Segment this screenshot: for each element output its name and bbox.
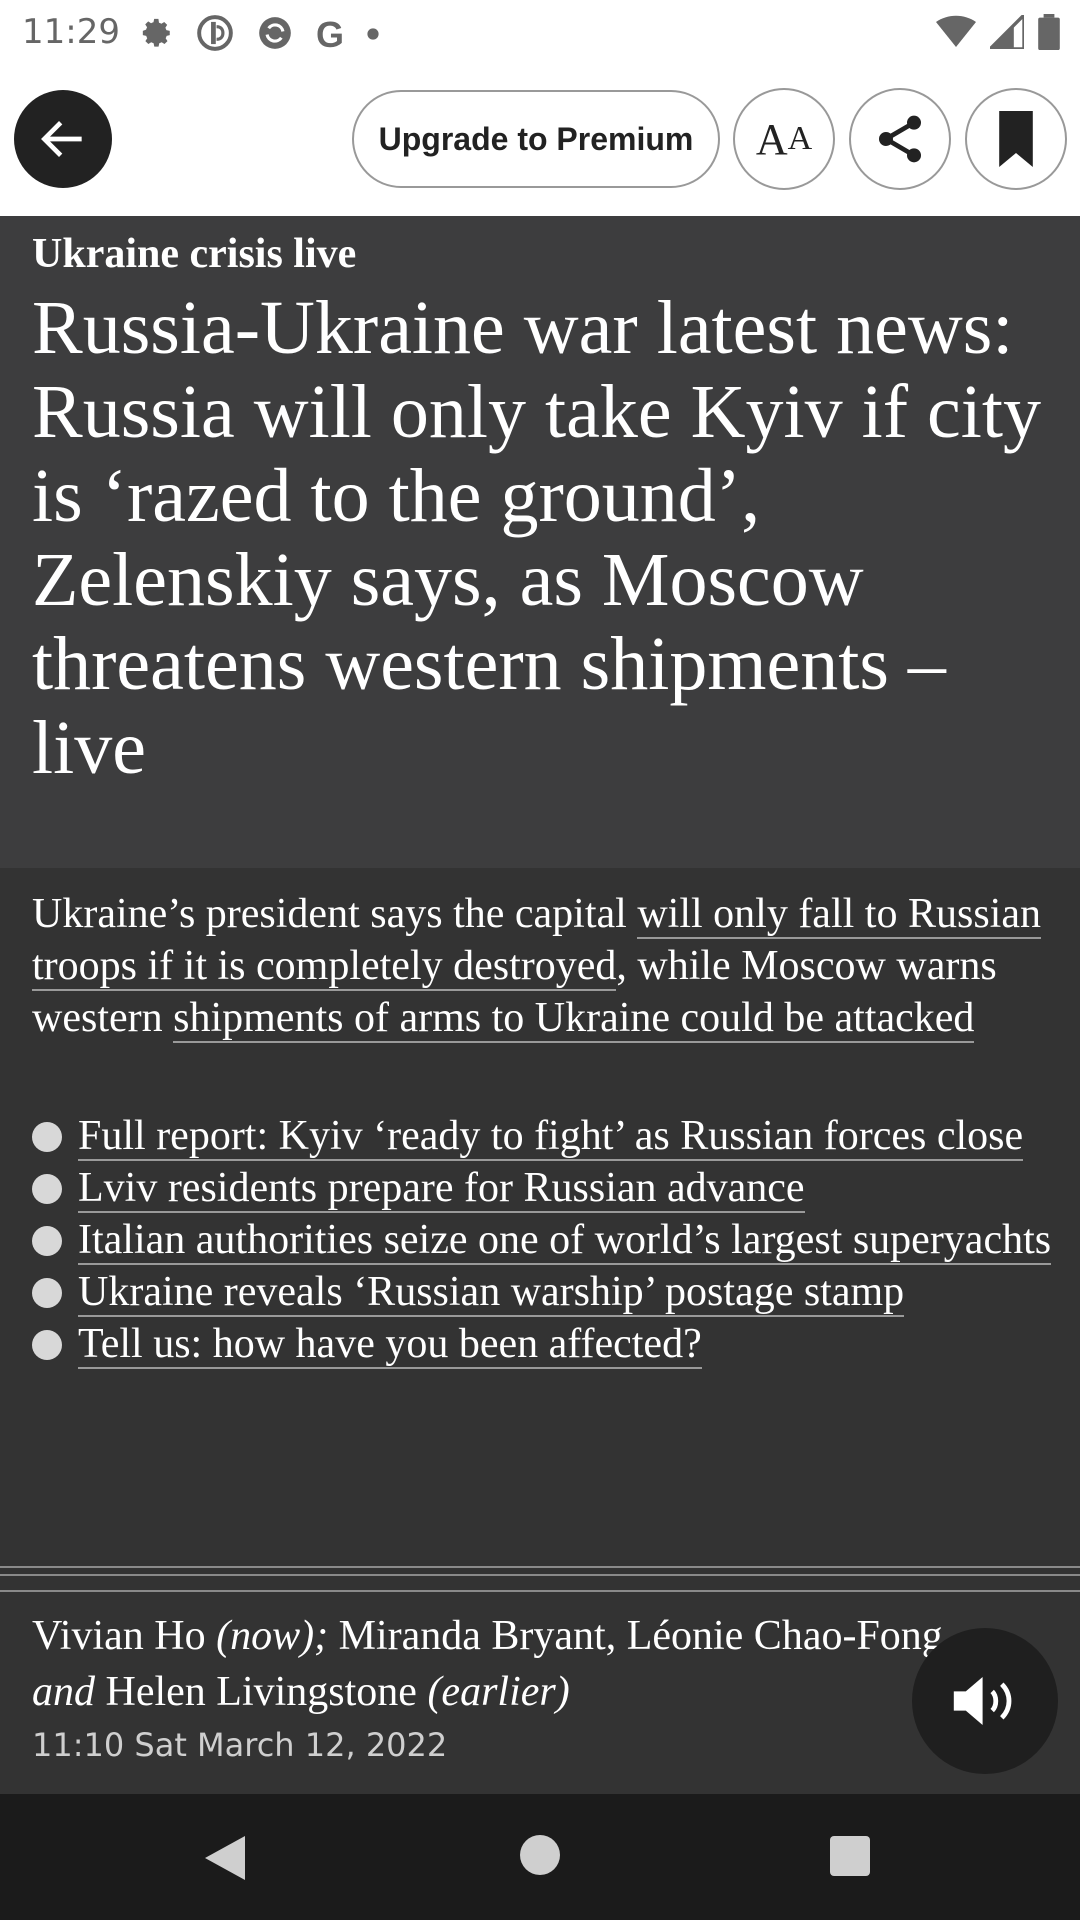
related-link[interactable]: Ukraine reveals ‘Russian warship’ postag… <box>78 1269 905 1317</box>
arrow-left-icon <box>41 121 82 157</box>
section-divider <box>0 1566 1080 1596</box>
listen-audio-button[interactable] <box>912 1628 1058 1774</box>
bullet-icon <box>32 1122 62 1152</box>
standfirst-text: Ukraine’s president says the capital wil… <box>32 888 1052 1044</box>
google-icon: G <box>316 14 345 55</box>
status-icons: G <box>140 14 380 56</box>
related-link[interactable]: Full report: Kyiv ‘ready to fight’ as Ru… <box>78 1113 1024 1161</box>
related-link[interactable]: Tell us: how have you been affected? <box>78 1321 702 1369</box>
related-links-list: Full report: Kyiv ‘ready to fight’ as Ru… <box>32 1110 1052 1370</box>
bookmark-button[interactable] <box>965 88 1067 190</box>
related-link[interactable]: Lviv residents prepare for Russian advan… <box>78 1165 805 1213</box>
speaker-icon <box>953 1677 1012 1725</box>
wifi-icon <box>936 15 976 53</box>
list-item: Full report: Kyiv ‘ready to fight’ as Ru… <box>32 1110 1052 1162</box>
list-item: Tell us: how have you been affected? <box>32 1318 1052 1370</box>
byline-author: Helen Livingstone <box>105 1669 417 1715</box>
article-kicker: Ukraine crisis live <box>32 231 357 277</box>
settings-icon <box>140 16 174 54</box>
article-dateline: 11:10 Sat March 12, 2022 <box>32 1726 448 1764</box>
byline-earlier: (earlier) <box>427 1669 570 1715</box>
nav-recents-icon[interactable] <box>830 1836 870 1876</box>
status-bar: 11:29 G <box>0 0 1080 64</box>
signal-icon <box>985 10 1026 53</box>
byline-now: (now); <box>216 1613 329 1659</box>
back-button[interactable] <box>14 90 112 188</box>
system-nav-bar <box>0 1794 1080 1920</box>
nav-back-icon[interactable] <box>205 1836 245 1880</box>
status-time: 11:29 <box>22 12 120 52</box>
dot-icon <box>366 26 380 45</box>
byline-author: Vivian Ho <box>32 1613 206 1659</box>
byline-authors: Miranda Bryant, Léonie Chao-Fong <box>338 1613 943 1659</box>
list-item: Ukraine reveals ‘Russian warship’ postag… <box>32 1266 1052 1318</box>
article-toolbar: Upgrade to Premium AA <box>0 64 1080 216</box>
nav-home-icon[interactable] <box>520 1835 560 1875</box>
font-size-large-glyph: A <box>755 114 788 164</box>
bookmark-icon <box>999 111 1033 167</box>
status-right-icons <box>936 10 1060 54</box>
article-headline: Russia-Ukraine war latest news: Russia w… <box>32 286 1042 790</box>
news-app-icon <box>196 14 234 56</box>
standfirst-link-shipments[interactable]: shipments of arms to Ukraine could be at… <box>173 995 975 1043</box>
font-size-small-glyph: A <box>787 120 813 157</box>
upgrade-premium-button[interactable]: Upgrade to Premium <box>352 90 720 188</box>
byline-and: and <box>32 1669 95 1715</box>
related-link[interactable]: Italian authorities seize one of world’s… <box>78 1217 1052 1265</box>
sync-icon <box>256 14 294 56</box>
battery-icon <box>1038 14 1060 54</box>
standfirst-part1: Ukraine’s president says the capital <box>32 891 638 937</box>
bullet-icon <box>32 1226 62 1256</box>
list-item: Italian authorities seize one of world’s… <box>32 1214 1052 1266</box>
headline-section: Ukraine crisis live Russia-Ukraine war l… <box>0 216 1080 868</box>
bullet-icon <box>32 1330 62 1360</box>
list-item: Lviv residents prepare for Russian advan… <box>32 1162 1052 1214</box>
share-icon <box>879 115 921 163</box>
font-size-button[interactable]: AA <box>733 88 835 190</box>
bullet-icon <box>32 1278 62 1308</box>
share-button[interactable] <box>849 88 951 190</box>
article-byline: Vivian Ho (now); Miranda Bryant, Léonie … <box>32 1608 952 1720</box>
bullet-icon <box>32 1174 62 1204</box>
